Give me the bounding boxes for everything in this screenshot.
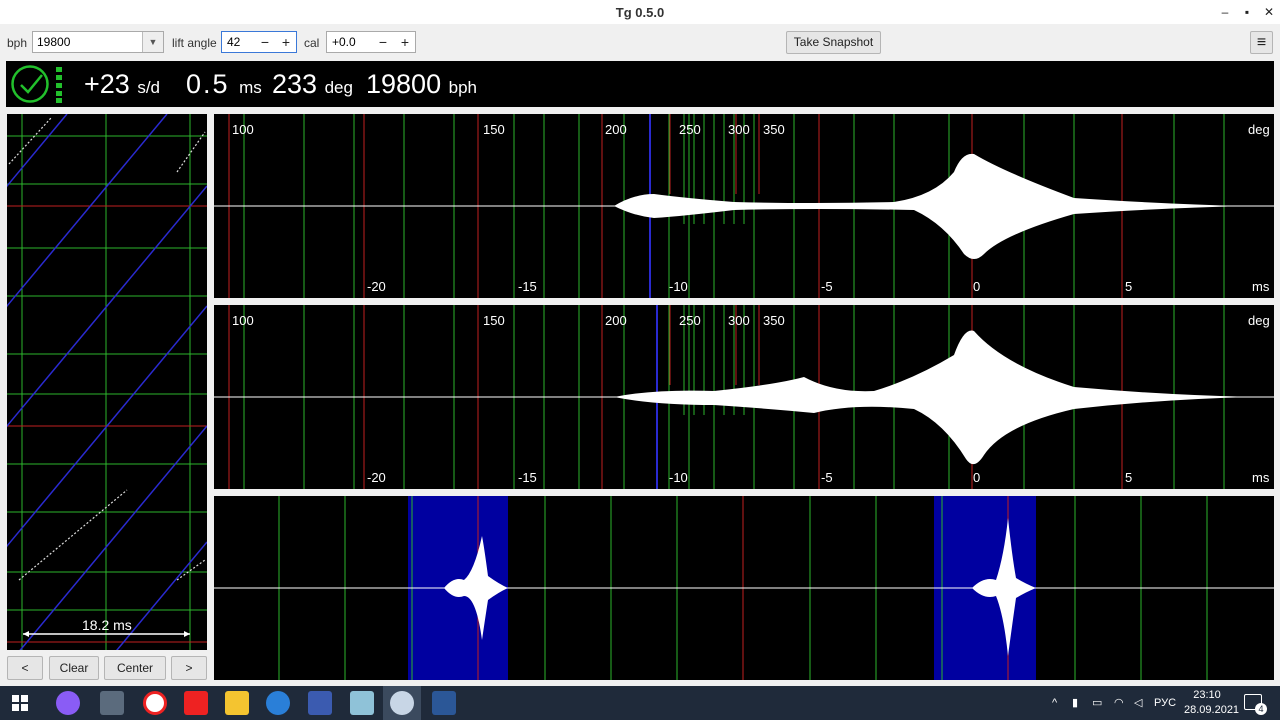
bph-label: bph bbox=[7, 36, 28, 50]
toc-deg-label-150: 150 bbox=[483, 313, 505, 328]
toc-deg-label-350: 350 bbox=[763, 313, 785, 328]
toc-deg-unit: deg bbox=[1248, 313, 1270, 328]
toc-waveform-plot bbox=[214, 305, 1274, 489]
cal-label: cal bbox=[304, 36, 320, 50]
clock-date: 28.09.2021 bbox=[1184, 704, 1240, 716]
amplitude-unit: deg bbox=[324, 78, 353, 97]
alice-icon[interactable] bbox=[56, 691, 80, 715]
toc-waveform-panel: 100 150 200 250 300 350 deg -20 -15 -10 … bbox=[214, 305, 1274, 489]
period-waveform-plot bbox=[214, 496, 1274, 680]
clock[interactable]: 23:10 28.09.2021 bbox=[1184, 688, 1240, 718]
toolbar: bph 19800 ▼ lift angle 42 − + cal +0.0 −… bbox=[0, 28, 1280, 58]
chevron-down-icon[interactable]: ▼ bbox=[142, 32, 163, 52]
check-icon bbox=[11, 65, 62, 103]
yandex-browser-icon[interactable] bbox=[143, 691, 167, 715]
period-waveform-panel bbox=[214, 496, 1274, 680]
notification-count-badge: 4 bbox=[1255, 703, 1267, 715]
amplitude-value: 233 bbox=[272, 69, 318, 99]
tic-ms-label-0: 0 bbox=[973, 279, 981, 294]
battery-icon[interactable]: ▭ bbox=[1092, 686, 1102, 720]
bph-readout-unit: bph bbox=[448, 78, 477, 97]
paperstrip-center-button[interactable]: Center bbox=[104, 656, 166, 680]
minimize-button[interactable]: – bbox=[1214, 0, 1236, 24]
lift-angle-input[interactable]: 42 bbox=[227, 32, 240, 52]
tic-ms-label--15: -15 bbox=[518, 279, 537, 294]
tic-deg-label-200: 200 bbox=[605, 122, 627, 137]
take-snapshot-button[interactable]: Take Snapshot bbox=[786, 31, 881, 54]
title-bar: Tg 0.5.0 – ▪ ✕ bbox=[0, 0, 1280, 24]
paperstrip-clear-button[interactable]: Clear bbox=[49, 656, 99, 680]
close-button[interactable]: ✕ bbox=[1258, 0, 1280, 24]
microphone-icon[interactable]: ▮ bbox=[1072, 686, 1078, 720]
toc-ms-label--15: -15 bbox=[518, 470, 537, 485]
file-explorer-icon[interactable] bbox=[225, 691, 249, 715]
maximize-button[interactable]: ▪ bbox=[1236, 0, 1258, 24]
paperstrip-plot bbox=[7, 114, 207, 650]
paperstrip-left-button[interactable]: < bbox=[7, 656, 43, 680]
tic-deg-label-250: 250 bbox=[679, 122, 701, 137]
outlook-icon[interactable] bbox=[266, 691, 290, 715]
toc-deg-label-250: 250 bbox=[679, 313, 701, 328]
paperstrip-scale-label: 18.2 ms bbox=[82, 617, 132, 633]
bph-readout: 19800 bph bbox=[366, 69, 477, 100]
tic-ms-label--20: -20 bbox=[367, 279, 386, 294]
tic-ms-label--5: -5 bbox=[821, 279, 833, 294]
tic-deg-unit: deg bbox=[1248, 122, 1270, 137]
yandex-icon[interactable] bbox=[184, 691, 208, 715]
tic-waveform-panel: 100 150 200 250 300 350 deg -20 -15 -10 … bbox=[214, 114, 1274, 298]
tic-ms-unit: ms bbox=[1252, 279, 1270, 294]
toc-ms-label--20: -20 bbox=[367, 470, 386, 485]
tic-ms-label-5: 5 bbox=[1125, 279, 1133, 294]
tic-ms-label--10: -10 bbox=[669, 279, 688, 294]
hamburger-icon[interactable]: ≡ bbox=[1250, 31, 1273, 54]
cal-increment-button[interactable]: + bbox=[395, 32, 415, 52]
beat-error-unit: ms bbox=[239, 78, 262, 97]
toc-ms-label-5: 5 bbox=[1125, 470, 1133, 485]
clock-time: 23:10 bbox=[1193, 689, 1221, 701]
lift-angle-increment-button[interactable]: + bbox=[276, 32, 296, 52]
beat-error-value: 0.5 bbox=[186, 69, 230, 99]
rate-value: +23 bbox=[84, 69, 130, 99]
toc-ms-label--10: -10 bbox=[669, 470, 688, 485]
tic-deg-label-150: 150 bbox=[483, 122, 505, 137]
lift-angle-label: lift angle bbox=[172, 36, 217, 50]
status-bar: +23 s/d 0.5 ms 233 deg 19800 bph bbox=[6, 61, 1274, 107]
toc-ms-label-0: 0 bbox=[973, 470, 981, 485]
language-indicator[interactable]: РУС bbox=[1154, 686, 1176, 720]
rate-unit: s/d bbox=[137, 78, 161, 97]
amplitude-readout: 233 deg bbox=[272, 69, 353, 100]
paperstrip-right-button[interactable]: > bbox=[171, 656, 207, 680]
wifi-icon[interactable]: ◠ bbox=[1114, 686, 1124, 720]
rate-readout: +23 s/d bbox=[84, 69, 160, 100]
bph-select[interactable]: 19800 ▼ bbox=[32, 31, 164, 53]
word-icon[interactable] bbox=[432, 691, 456, 715]
bph-select-value: 19800 bbox=[37, 35, 71, 49]
toc-ms-label--5: -5 bbox=[821, 470, 833, 485]
tic-waveform-plot bbox=[214, 114, 1274, 298]
beat-error-readout: 0.5 ms bbox=[186, 69, 262, 100]
tic-deg-label-100: 100 bbox=[232, 122, 254, 137]
taskbar: ^ ▮ ▭ ◠ ◁ РУС 23:10 28.09.2021 4 bbox=[0, 686, 1280, 720]
lift-angle-decrement-button[interactable]: − bbox=[255, 32, 275, 52]
tic-deg-label-350: 350 bbox=[763, 122, 785, 137]
cal-decrement-button[interactable]: − bbox=[373, 32, 393, 52]
calculator-icon[interactable] bbox=[100, 691, 124, 715]
lift-angle-spinbox[interactable]: 42 − + bbox=[221, 31, 297, 53]
window-title: Tg 0.5.0 bbox=[615, 4, 665, 20]
notes-icon[interactable] bbox=[350, 691, 374, 715]
tg-timegrapher-icon[interactable] bbox=[390, 691, 414, 715]
cal-spinbox[interactable]: +0.0 − + bbox=[326, 31, 416, 53]
paperstrip-panel[interactable]: 18.2 ms bbox=[7, 114, 207, 650]
bph-readout-value: 19800 bbox=[366, 69, 442, 99]
volume-icon[interactable]: ◁ bbox=[1134, 686, 1142, 720]
cal-input[interactable]: +0.0 bbox=[332, 32, 356, 52]
toc-deg-label-200: 200 bbox=[605, 313, 627, 328]
save-app-icon[interactable] bbox=[308, 691, 332, 715]
windows-start-icon[interactable] bbox=[8, 691, 32, 715]
tic-deg-label-300: 300 bbox=[728, 122, 750, 137]
toc-ms-unit: ms bbox=[1252, 470, 1270, 485]
toc-deg-label-300: 300 bbox=[728, 313, 750, 328]
tray-chevron-icon[interactable]: ^ bbox=[1052, 686, 1057, 720]
toc-deg-label-100: 100 bbox=[232, 313, 254, 328]
